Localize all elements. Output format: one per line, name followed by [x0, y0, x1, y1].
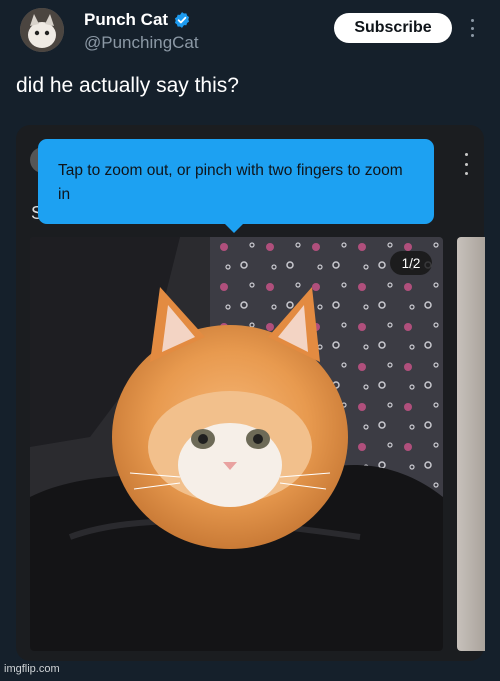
avatar-image — [20, 8, 64, 52]
more-options-icon[interactable] — [466, 16, 478, 40]
tweet-text: did he actually say this? — [16, 74, 239, 97]
display-name[interactable]: Punch Cat — [84, 10, 168, 30]
user-handle[interactable]: @PunchingCat — [84, 33, 199, 53]
embedded-more-options-icon — [461, 153, 471, 175]
tooltip-text: Tap to zoom out, or pinch with two finge… — [58, 162, 403, 203]
kitten-image — [30, 237, 443, 651]
subscribe-button[interactable]: Subscribe — [334, 13, 452, 43]
zoom-tooltip[interactable]: Tap to zoom out, or pinch with two finge… — [38, 139, 434, 233]
watermark: imgflip.com — [4, 663, 60, 675]
media-counter: 1/2 — [390, 251, 432, 275]
avatar[interactable] — [20, 8, 64, 52]
kitten-photo[interactable] — [30, 237, 443, 651]
verified-badge-icon — [175, 12, 190, 28]
next-photo-preview[interactable] — [457, 237, 485, 651]
display-name-row[interactable]: Punch Cat — [84, 10, 191, 30]
